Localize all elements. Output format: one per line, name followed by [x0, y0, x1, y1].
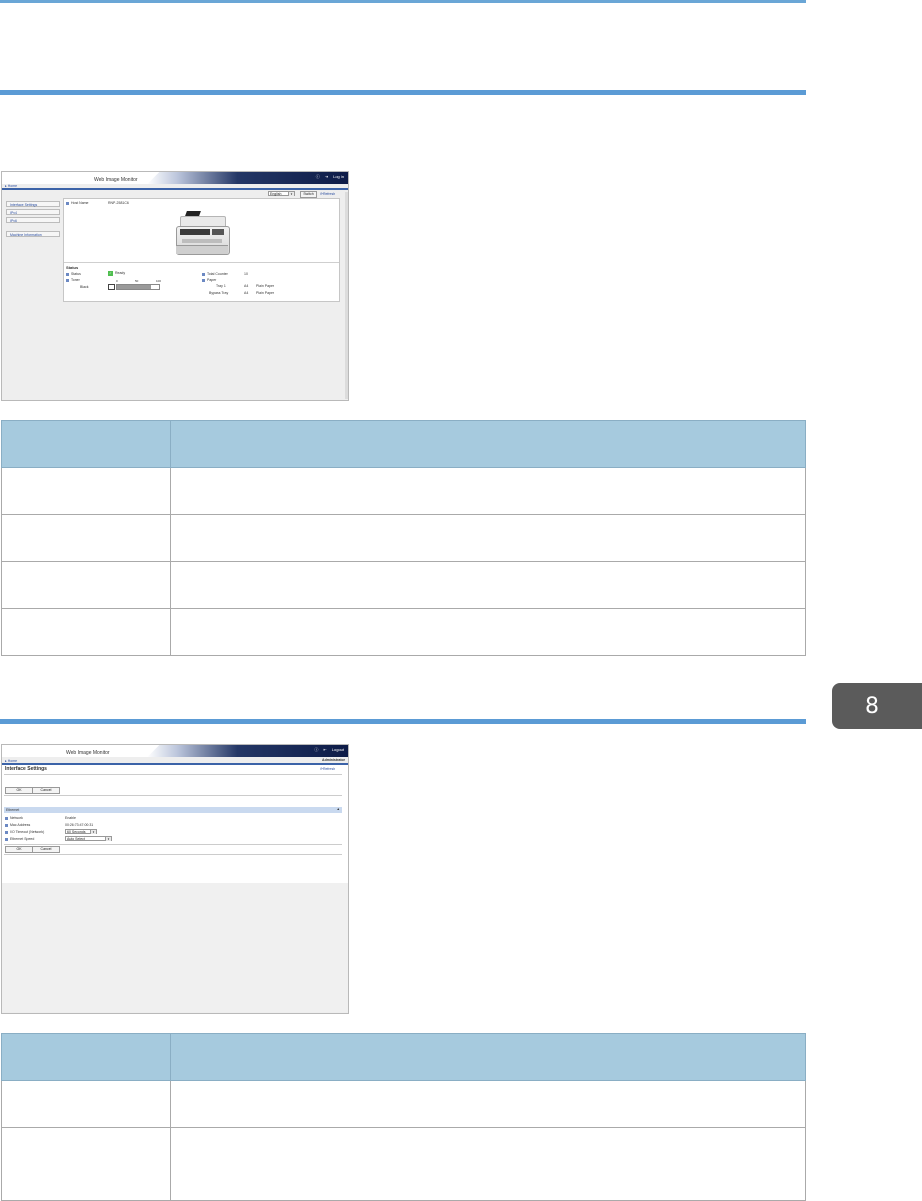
language-select[interactable]: English ▾: [268, 191, 295, 196]
logout-link[interactable]: Logout: [332, 747, 344, 753]
chevron-down-icon: ▾: [288, 192, 294, 196]
table-header: [170, 420, 806, 468]
table-row: [1, 514, 806, 562]
io-timeout-label: I/O Timeout (Network): [10, 830, 45, 834]
host-name-value: RNP-2581C6: [108, 201, 129, 205]
chevron-down-icon: ▾: [105, 837, 111, 841]
section-rule-2: [0, 719, 806, 724]
cancel-button-top[interactable]: Cancel: [32, 787, 60, 794]
status-label: Status: [71, 272, 81, 276]
user-name: Administrator: [322, 758, 345, 762]
brand-title: Web Image Monitor: [94, 177, 138, 183]
login-link[interactable]: Log in: [333, 174, 344, 180]
table-row: [1, 467, 806, 515]
toner-icon: [108, 284, 115, 290]
logout-icon[interactable]: ⇤: [323, 747, 326, 753]
tray-2-type: Plain Paper: [256, 291, 275, 295]
table-header: [170, 1033, 806, 1081]
tray-1-size: A4: [244, 284, 249, 288]
screenshot-interface-settings: Web Image Monitor ⓘ ⇤ Logout Administrator…: [1, 744, 349, 1014]
ok-button-top[interactable]: OK: [5, 787, 33, 794]
home-link[interactable]: ▸ Home: [5, 759, 17, 763]
collapse-icon: ▲: [336, 807, 340, 811]
toner-color: Black: [80, 285, 89, 289]
toner-label: Toner: [71, 278, 80, 282]
table-interface-settings-items: [1, 1033, 806, 1201]
login-icon[interactable]: ⇥: [325, 174, 328, 180]
mac-address-value: 00:26:73:47:00:31: [65, 823, 94, 827]
paper-label: Paper: [207, 278, 217, 282]
status-panel: Host Name RNP-2581C6 Status Status ✓ Read…: [63, 198, 340, 302]
section-rule-1: [0, 90, 806, 95]
table-header: [1, 1033, 171, 1081]
tray-1-type: Plain Paper: [256, 284, 275, 288]
status-heading: Status: [66, 265, 79, 270]
ethernet-section-header[interactable]: Ethernet ▲: [4, 807, 342, 813]
page-title: Interface Settings: [5, 766, 47, 772]
tray-1-name: Tray 1: [216, 284, 226, 288]
nav-ipv6[interactable]: IPv6: [6, 217, 60, 223]
switch-button[interactable]: Switch: [300, 191, 317, 198]
table-row: [1, 1080, 806, 1128]
ready-icon: ✓: [108, 271, 113, 276]
table-row: [1, 608, 806, 656]
total-counter-value: 10: [244, 272, 248, 276]
toner-scale-50: 50: [135, 279, 139, 283]
toner-scale-100: 100: [156, 279, 162, 283]
top-rule: [0, 0, 806, 3]
header-bar: Web Image Monitor ⓘ ⇥ Log in: [2, 172, 348, 184]
help-icon[interactable]: ⓘ: [314, 747, 318, 753]
network-label: Network: [10, 816, 23, 820]
toner-gauge: [116, 284, 160, 290]
printer-image: [176, 211, 230, 255]
host-name-label: Host Name: [66, 201, 89, 205]
home-link[interactable]: ▸ Home: [5, 184, 17, 188]
table-row: [1, 1127, 806, 1201]
ok-button-bottom[interactable]: OK: [5, 846, 33, 853]
table-header: [1, 420, 171, 468]
help-icon[interactable]: ⓘ: [316, 174, 320, 180]
io-timeout-select[interactable]: 60 Seconds ▾: [65, 829, 97, 834]
ethernet-speed-select[interactable]: Auto Select ▾: [65, 836, 112, 841]
nav-machine-information[interactable]: Machine Information: [6, 231, 60, 237]
nav-interface-settings[interactable]: Interface Settings: [6, 201, 60, 207]
header-bar: Web Image Monitor ⓘ ⇤ Logout: [2, 745, 348, 757]
toner-scale-0: 0: [116, 279, 118, 283]
mac-address-label: Mac Address: [10, 823, 31, 827]
network-value: Enable: [65, 816, 76, 820]
total-counter-label: Total Counter: [207, 272, 228, 276]
table-row: [1, 561, 806, 609]
brand-title: Web Image Monitor: [66, 750, 110, 756]
chapter-tab: 8: [832, 683, 922, 729]
refresh-link[interactable]: ⟳Refresh: [320, 767, 335, 771]
cancel-button-bottom[interactable]: Cancel: [32, 846, 60, 853]
scrollbar[interactable]: [345, 192, 348, 399]
nav-ipv4[interactable]: IPv4: [6, 209, 60, 215]
ethernet-speed-label: Ethernet Speed: [10, 837, 35, 841]
refresh-link[interactable]: ⟳Refresh: [320, 192, 335, 196]
tray-2-name: Bypass Tray: [209, 291, 229, 295]
status-value: ✓ Ready: [108, 271, 126, 276]
screenshot-top-page: Web Image Monitor ⓘ ⇥ Log in ▸ Home Englis…: [1, 171, 349, 401]
table-top-page-items: [1, 420, 806, 656]
tray-2-size: A4: [244, 291, 249, 295]
chevron-down-icon: ▾: [90, 830, 96, 834]
